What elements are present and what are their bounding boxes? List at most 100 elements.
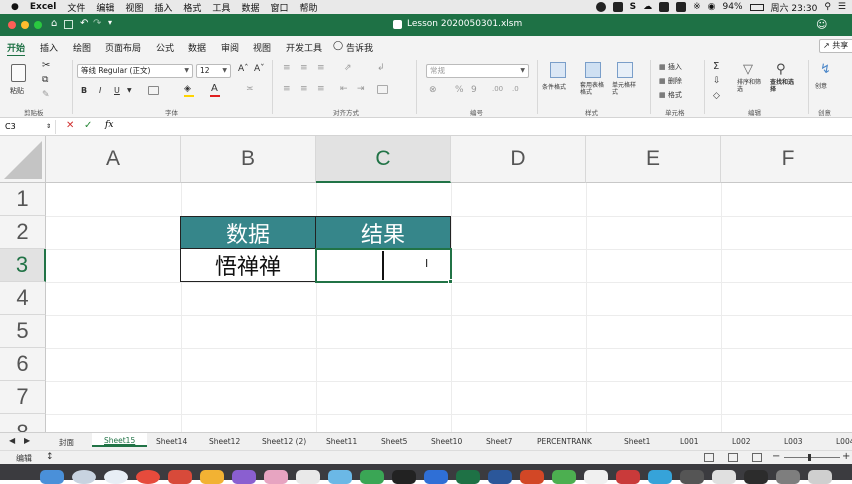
- scroll-tabs-right-icon[interactable]: ▶: [24, 436, 30, 445]
- column-header-a[interactable]: A: [46, 136, 181, 183]
- cell-c2[interactable]: 结果: [315, 216, 451, 249]
- zoom-slider-thumb[interactable]: [808, 454, 811, 461]
- apple-icon[interactable]: ●: [11, 2, 19, 12]
- page-layout-view-icon[interactable]: [728, 453, 738, 462]
- sheet-tab-clipped[interactable]: L004: [836, 437, 852, 446]
- cell-b2[interactable]: 数据: [180, 216, 316, 249]
- menu-data[interactable]: 数据: [241, 1, 259, 14]
- sheet-tab[interactable]: Sheet12 (2): [262, 437, 306, 446]
- dock-app-icon[interactable]: [488, 470, 512, 484]
- align-left-icon[interactable]: ≡: [283, 84, 291, 94]
- paste-button[interactable]: 粘贴: [8, 62, 30, 98]
- tab-view[interactable]: 视图: [253, 41, 271, 54]
- ideas-button[interactable]: ↯ 创意: [815, 62, 839, 90]
- clock[interactable]: 周六 23:30: [771, 1, 818, 14]
- align-middle-icon[interactable]: ≡: [300, 63, 308, 73]
- dock-app-icon[interactable]: [616, 470, 640, 484]
- sheet-tab[interactable]: Sheet11: [326, 437, 357, 446]
- dock-app-icon[interactable]: [712, 470, 736, 484]
- tab-developer[interactable]: 开发工具: [286, 41, 322, 54]
- close-window-button[interactable]: [8, 21, 16, 29]
- align-center-icon[interactable]: ≡: [300, 84, 308, 94]
- menu-app-name[interactable]: Excel: [30, 2, 56, 12]
- tray-icon-2[interactable]: [659, 2, 670, 12]
- record-icon[interactable]: [595, 2, 606, 12]
- italic-button[interactable]: I: [99, 86, 101, 95]
- increase-indent-icon[interactable]: ⇥: [357, 84, 365, 94]
- dock-app-icon[interactable]: [200, 470, 224, 484]
- more-icon[interactable]: ▾: [108, 18, 112, 27]
- dock-app-icon[interactable]: [168, 470, 192, 484]
- bold-button[interactable]: B: [81, 86, 87, 95]
- decrease-decimal-icon[interactable]: .0: [512, 85, 519, 93]
- column-header-c[interactable]: C: [316, 136, 451, 183]
- insert-cells-button[interactable]: ▦ 插入: [659, 62, 682, 72]
- merge-cells-icon[interactable]: [377, 85, 388, 94]
- sheet-tab[interactable]: L003: [784, 437, 803, 446]
- conditional-format-button[interactable]: 条件格式: [542, 62, 576, 91]
- font-color-icon[interactable]: A: [211, 83, 218, 94]
- confirm-entry-icon[interactable]: ✓: [84, 120, 92, 131]
- font-name-dropdown[interactable]: 等线 Regular (正文) ▼: [77, 64, 193, 78]
- decrease-indent-icon[interactable]: ⇤: [340, 84, 348, 94]
- dock-launchpad-icon[interactable]: [72, 470, 96, 484]
- share-button[interactable]: ↗ 共享: [819, 39, 852, 53]
- dock-app-icon[interactable]: [520, 470, 544, 484]
- sheet-tab[interactable]: Sheet12: [209, 437, 240, 446]
- tray-icon-3[interactable]: [676, 2, 687, 12]
- dock-app-icon[interactable]: [456, 470, 480, 484]
- tab-draw[interactable]: 绘图: [73, 41, 91, 54]
- minimize-window-button[interactable]: [21, 21, 29, 29]
- increase-font-icon[interactable]: Aˆ: [238, 64, 249, 74]
- tab-data[interactable]: 数据: [188, 41, 206, 54]
- name-box[interactable]: C3 ⇕: [2, 120, 56, 134]
- fill-handle[interactable]: [448, 279, 453, 284]
- format-cells-button[interactable]: ▦ 格式: [659, 90, 682, 100]
- menu-file[interactable]: 文件: [67, 1, 85, 14]
- dock-app-icon[interactable]: [392, 470, 416, 484]
- dock-app-icon[interactable]: [424, 470, 448, 484]
- formula-input[interactable]: [122, 120, 848, 134]
- column-header-b[interactable]: B: [181, 136, 316, 183]
- row-header-7[interactable]: 7: [0, 381, 46, 414]
- menu-format[interactable]: 格式: [183, 1, 201, 14]
- sort-filter-button[interactable]: ▽ 排序和筛选: [737, 62, 763, 93]
- zoom-slider[interactable]: [784, 454, 840, 461]
- row-header-2[interactable]: 2: [0, 216, 46, 249]
- number-format-dropdown[interactable]: 常规 ▼: [426, 64, 529, 78]
- dock-app-icon[interactable]: [360, 470, 384, 484]
- tab-insert[interactable]: 插入: [40, 41, 58, 54]
- bluetooth-icon[interactable]: ※: [693, 2, 701, 12]
- tab-page-layout[interactable]: 页面布局: [105, 41, 141, 54]
- row-header-4[interactable]: 4: [0, 282, 46, 315]
- wifi-icon[interactable]: ◉: [708, 2, 716, 12]
- copy-icon[interactable]: ⧉: [42, 75, 48, 85]
- s-icon[interactable]: S: [630, 2, 636, 12]
- dock-app-icon[interactable]: [264, 470, 288, 484]
- format-painter-icon[interactable]: ✎: [42, 90, 50, 100]
- menu-edit[interactable]: 编辑: [96, 1, 114, 14]
- fill-color-icon[interactable]: ◈: [184, 84, 191, 94]
- align-right-icon[interactable]: ≡: [317, 84, 325, 94]
- cloud-icon[interactable]: ☁: [643, 2, 652, 12]
- font-size-dropdown[interactable]: 12 ▼: [196, 64, 231, 78]
- sheet-tab-active[interactable]: Sheet15: [92, 433, 148, 447]
- menu-tools[interactable]: 工具: [212, 1, 230, 14]
- autosum-icon[interactable]: Σ: [713, 61, 719, 72]
- row-header-3[interactable]: 3: [0, 249, 46, 282]
- row-header-1[interactable]: 1: [0, 183, 46, 216]
- scroll-tabs-left-icon[interactable]: ◀: [9, 436, 15, 445]
- tell-me[interactable]: 告诉我: [346, 41, 373, 54]
- dock-app-icon[interactable]: [296, 470, 320, 484]
- menu-list-icon[interactable]: ☰: [838, 2, 846, 12]
- tab-home[interactable]: 开始: [7, 41, 26, 57]
- redo-icon[interactable]: ↷: [93, 18, 101, 29]
- select-all-corner[interactable]: [0, 136, 46, 183]
- dock-app-icon[interactable]: [328, 470, 352, 484]
- dock-app-icon[interactable]: [744, 470, 768, 484]
- comma-icon[interactable]: 9: [471, 85, 477, 95]
- dock-app-icon[interactable]: [552, 470, 576, 484]
- menu-window[interactable]: 窗口: [270, 1, 288, 14]
- decrease-font-icon[interactable]: Aˇ: [254, 64, 265, 74]
- sheet-tab[interactable]: Sheet5: [381, 437, 407, 446]
